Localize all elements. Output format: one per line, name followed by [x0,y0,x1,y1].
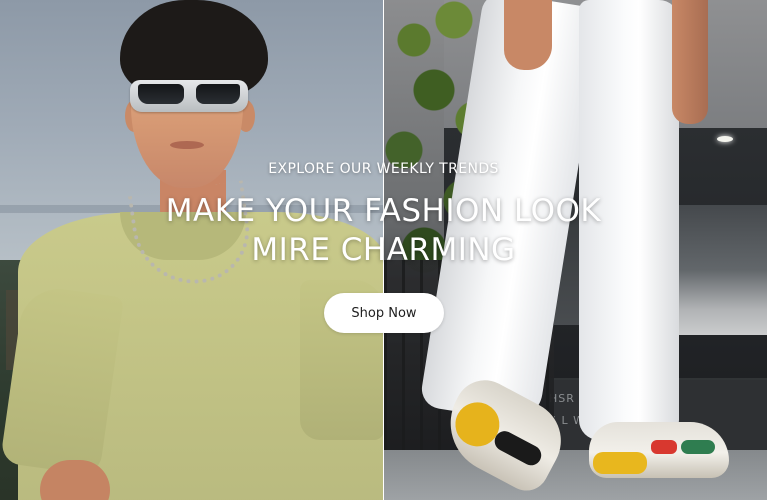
model-hand [672,0,708,124]
hero-banner: HSR -SPACE MOD S L WORKING SPA EXPLORE O… [0,0,767,500]
shop-now-button[interactable]: Shop Now [324,293,444,333]
model-hand [504,0,552,70]
model-mouth [170,141,204,149]
ceiling-light [717,136,733,142]
hero-photo-left [0,0,383,500]
hero-photo-right: HSR -SPACE MOD S L WORKING SPA [384,0,767,500]
model-pants-right-leg [579,0,679,440]
model-sunglasses [130,80,248,112]
sunglasses-lens [138,84,184,104]
sneaker-accent [681,440,715,454]
sunglasses-lens [196,84,240,104]
model-sneaker-right [589,422,729,478]
